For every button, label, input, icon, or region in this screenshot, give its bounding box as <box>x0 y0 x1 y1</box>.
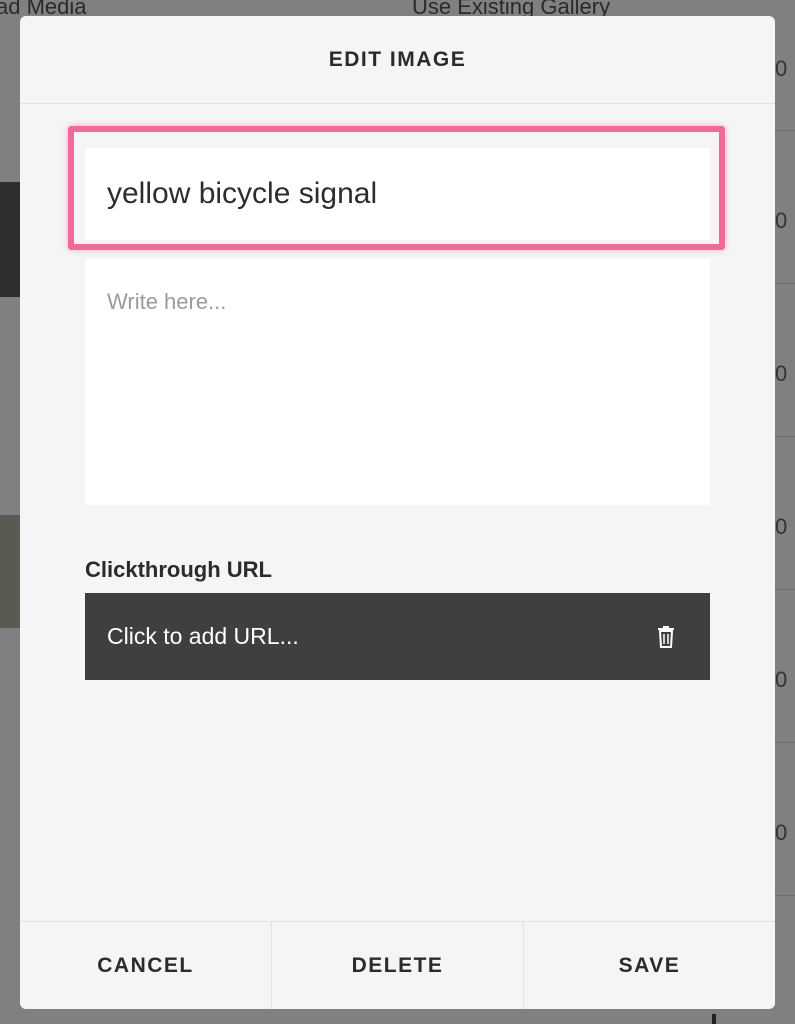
background-digit: 0 <box>775 667 788 692</box>
clickthrough-url-field[interactable]: Click to add URL... <box>85 593 710 680</box>
background-divider <box>775 742 795 743</box>
edit-image-modal: EDIT IMAGE yellow bicycle signal Write h… <box>20 16 775 1009</box>
background-digit: 0 <box>775 208 788 233</box>
background-divider <box>775 589 795 590</box>
background-digit: 0 <box>775 56 788 81</box>
clickthrough-url-placeholder: Click to add URL... <box>107 623 299 649</box>
background-digit: 0 <box>775 820 788 845</box>
background-divider <box>775 895 795 896</box>
trash-icon[interactable] <box>657 626 675 648</box>
background-corner-mark <box>712 1014 716 1024</box>
save-button[interactable]: SAVE <box>523 922 775 1009</box>
background-right-column: 0 0 0 0 0 0 <box>775 0 795 1024</box>
background-divider <box>775 130 795 131</box>
background-divider <box>775 436 795 437</box>
image-title-value: yellow bicycle signal <box>107 177 378 210</box>
background-thumbnail <box>0 182 20 297</box>
description-placeholder: Write here... <box>107 289 227 314</box>
image-title-input[interactable]: yellow bicycle signal <box>85 148 710 240</box>
delete-button[interactable]: DELETE <box>271 922 523 1009</box>
cancel-button[interactable]: CANCEL <box>20 922 271 1009</box>
background-divider <box>775 283 795 284</box>
clickthrough-url-label: Clickthrough URL <box>85 557 272 582</box>
modal-footer: CANCEL DELETE SAVE <box>20 921 775 1009</box>
background-digit: 0 <box>775 361 788 386</box>
modal-title: EDIT IMAGE <box>328 47 467 71</box>
background-digit: 0 <box>775 514 788 539</box>
modal-header: EDIT IMAGE <box>20 16 775 104</box>
description-textarea[interactable]: Write here... <box>85 259 710 505</box>
background-thumbnail <box>0 515 20 628</box>
